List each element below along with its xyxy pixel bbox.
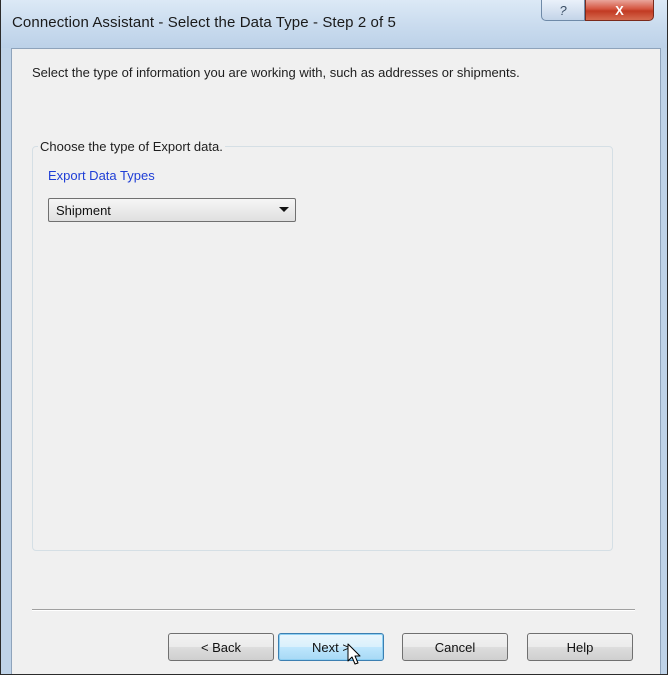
next-button[interactable]: Next > (278, 633, 384, 661)
chevron-down-icon (279, 207, 289, 212)
export-data-type-select[interactable]: Shipment (48, 198, 296, 222)
cancel-button[interactable]: Cancel (402, 633, 508, 661)
title-bar[interactable]: Connection Assistant - Select the Data T… (1, 0, 667, 48)
groupbox-label: Choose the type of Export data. (38, 139, 225, 154)
instruction-text: Select the type of information you are w… (32, 65, 520, 80)
button-separator (32, 609, 635, 611)
dialog-window: Connection Assistant - Select the Data T… (0, 0, 668, 675)
mouse-pointer-icon (347, 643, 361, 665)
export-data-types-label: Export Data Types (48, 168, 155, 183)
window-title: Connection Assistant - Select the Data T… (12, 14, 396, 31)
question-mark-icon: ? (559, 2, 567, 18)
help-button[interactable]: Help (527, 633, 633, 661)
dialog-body: Select the type of information you are w… (11, 48, 661, 674)
dropdown-selected-value: Shipment (56, 203, 111, 218)
back-button[interactable]: < Back (168, 633, 274, 661)
close-icon: X (615, 2, 624, 18)
help-caption-button[interactable]: ? (541, 0, 585, 21)
close-button[interactable]: X (585, 0, 654, 21)
